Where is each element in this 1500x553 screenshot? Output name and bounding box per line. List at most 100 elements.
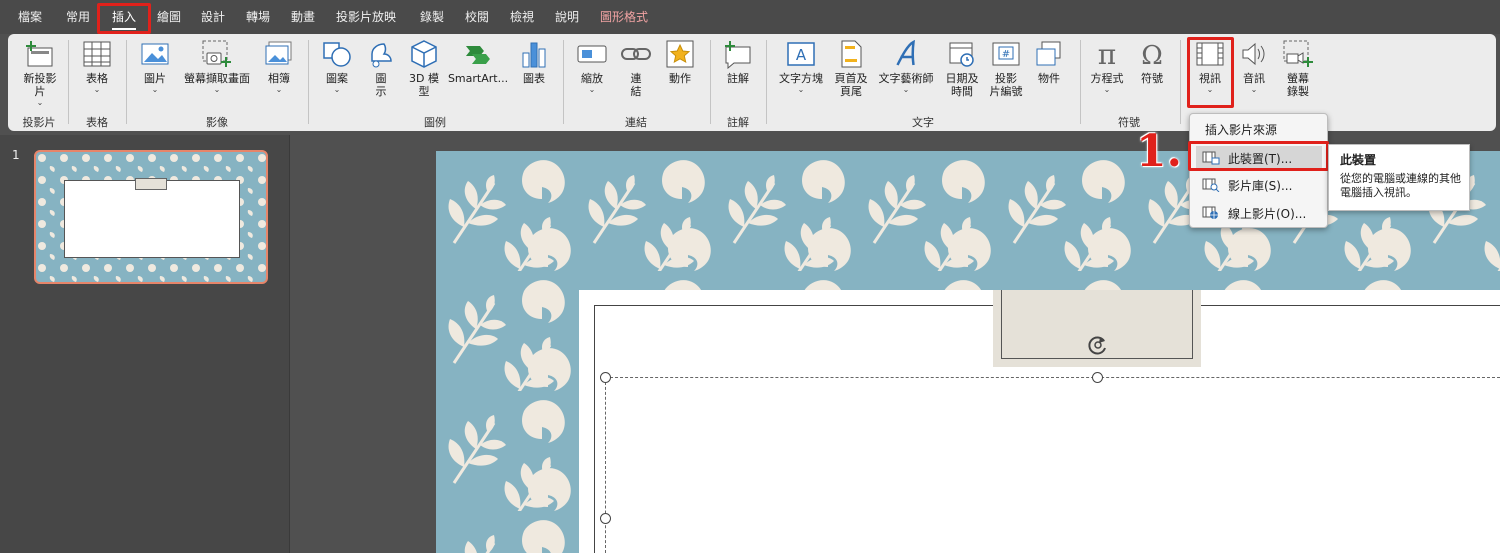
- bar-chart-icon: [517, 38, 551, 70]
- comment-button[interactable]: 註解: [721, 38, 755, 85]
- menu-header: 插入影片來源: [1205, 123, 1278, 137]
- svg-text:Ω: Ω: [1141, 41, 1163, 69]
- table-icon: [80, 38, 114, 70]
- video-button[interactable]: 視訊 ⌄: [1193, 38, 1227, 94]
- shapes-button[interactable]: 圖案 ⌄: [320, 38, 354, 94]
- textbox-button[interactable]: A 文字方塊 ⌄: [779, 38, 823, 94]
- chart-button[interactable]: 圖表: [517, 38, 551, 85]
- menu-home[interactable]: 常用: [66, 8, 90, 25]
- tooltip-title: 此裝置: [1340, 153, 1377, 167]
- chevron-down-icon: ⌄: [797, 85, 805, 94]
- screenshot-button[interactable]: 螢幕擷取畫面 ⌄: [184, 38, 250, 94]
- menu-item-stock-videos[interactable]: 影片庫(S)...: [1196, 173, 1322, 197]
- object-icon: [1032, 38, 1066, 70]
- menu-review[interactable]: 校閱: [465, 8, 489, 25]
- omega-icon: Ω: [1135, 38, 1169, 70]
- wordart-icon: [889, 38, 923, 70]
- menu-draw[interactable]: 繪圖: [157, 8, 181, 25]
- this-device-tooltip: 此裝置 從您的電腦或連線的其他電腦插入視訊。: [1328, 144, 1470, 211]
- menu-shape-format[interactable]: 圖形格式: [600, 8, 648, 25]
- group-label-images: 影像: [206, 116, 228, 129]
- chevron-down-icon: ⌄: [93, 85, 101, 94]
- date-time-button[interactable]: 日期及 時間: [945, 38, 979, 98]
- smartart-button[interactable]: SmartArt...: [448, 38, 508, 85]
- header-footer-icon: [834, 38, 868, 70]
- zoom-button[interactable]: 縮放 ⌄: [575, 38, 609, 94]
- chevron-down-icon: ⌄: [902, 85, 910, 94]
- menu-help[interactable]: 說明: [555, 8, 579, 25]
- photo-album-icon: [262, 38, 296, 70]
- menu-design[interactable]: 設計: [201, 8, 225, 25]
- menu-item-online-video[interactable]: 線上影片(O)...: [1196, 201, 1322, 225]
- action-button[interactable]: 動作: [663, 38, 697, 85]
- group-label-links: 連結: [625, 116, 647, 129]
- screen-recording-icon: [1281, 38, 1315, 70]
- slide-number-label: 1: [12, 148, 20, 162]
- chevron-down-icon: ⌄: [1250, 85, 1258, 94]
- film-icon: [1193, 38, 1227, 70]
- online-video-icon: [1202, 206, 1218, 219]
- resize-handle-middle-left[interactable]: [600, 513, 611, 524]
- cube-icon: [407, 38, 441, 70]
- screen-recording-button[interactable]: 螢幕 錄製: [1281, 38, 1315, 98]
- group-label-illustrations: 圖例: [424, 116, 446, 129]
- zoom-icon: [575, 38, 609, 70]
- new-slide-button[interactable]: 新投影 片 ⌄: [23, 38, 57, 107]
- smartart-icon: [461, 38, 495, 70]
- icons-icon: [364, 38, 398, 70]
- rotate-handle-icon[interactable]: [1085, 332, 1111, 358]
- pictures-button[interactable]: 圖片 ⌄: [138, 38, 172, 94]
- menu-file[interactable]: 檔案: [18, 8, 42, 25]
- table-button[interactable]: 表格 ⌄: [80, 38, 114, 94]
- textbox-icon: A: [784, 38, 818, 70]
- stock-videos-icon: [1202, 178, 1220, 192]
- step-annotation: 1.: [1136, 126, 1182, 177]
- menu-insert[interactable]: 插入: [112, 8, 137, 30]
- svg-text:#: #: [1002, 49, 1010, 60]
- chevron-down-icon: ⌄: [36, 98, 44, 107]
- selection-outline: [605, 377, 1500, 553]
- audio-button[interactable]: 音訊 ⌄: [1237, 38, 1271, 94]
- pi-icon: π: [1090, 38, 1124, 70]
- resize-handle-top-center[interactable]: [1092, 372, 1103, 383]
- star-icon: [663, 38, 697, 70]
- menu-record[interactable]: 錄製: [420, 8, 444, 25]
- slide-number-icon: #: [989, 38, 1023, 70]
- group-label-tables: 表格: [86, 116, 108, 129]
- this-device-icon: [1202, 151, 1220, 165]
- wordart-button[interactable]: 文字藝術師 ⌄: [879, 38, 934, 94]
- header-footer-button[interactable]: 頁首及 頁尾: [834, 38, 868, 98]
- slide-thumbnail[interactable]: [34, 150, 268, 284]
- resize-handle-top-left[interactable]: [600, 372, 611, 383]
- menu-bar: 檔案 常用 插入 繪圖 設計 轉場 動畫 投影片放映 錄製 校閱 檢視 說明 圖…: [0, 0, 1500, 34]
- menu-view[interactable]: 檢視: [510, 8, 534, 25]
- group-label-slides: 投影片: [22, 116, 56, 129]
- screenshot-icon: [200, 38, 234, 70]
- icons-button[interactable]: 圖 示: [364, 38, 398, 98]
- group-label-comments: 註解: [727, 116, 749, 129]
- calendar-icon: [945, 38, 979, 70]
- picture-icon: [138, 38, 172, 70]
- group-label-text: 文字: [912, 116, 934, 129]
- menu-transitions[interactable]: 轉場: [246, 8, 270, 25]
- menu-slideshow[interactable]: 投影片放映: [336, 8, 396, 25]
- link-icon: [619, 38, 653, 70]
- 3d-models-button[interactable]: 3D 模 型: [407, 38, 441, 98]
- svg-text:π: π: [1098, 39, 1116, 69]
- object-button[interactable]: 物件: [1032, 38, 1066, 85]
- slide-number-button[interactable]: # 投影 片編號: [989, 38, 1023, 98]
- svg-text:A: A: [796, 46, 807, 64]
- chevron-down-icon: ⌄: [588, 85, 596, 94]
- new-slide-icon: [23, 38, 57, 70]
- link-button[interactable]: 連 結: [619, 38, 653, 98]
- speaker-icon: [1237, 38, 1271, 70]
- chevron-down-icon: ⌄: [213, 85, 221, 94]
- shapes-icon: [320, 38, 354, 70]
- slide-canvas[interactable]: [436, 151, 1500, 553]
- equation-button[interactable]: π 方程式 ⌄: [1090, 38, 1124, 94]
- symbol-button[interactable]: Ω 符號: [1135, 38, 1169, 85]
- menu-animations[interactable]: 動畫: [291, 8, 315, 25]
- menu-item-this-device[interactable]: 此裝置(T)...: [1196, 146, 1322, 170]
- photo-album-button[interactable]: 相簿 ⌄: [262, 38, 296, 94]
- chevron-down-icon: ⌄: [275, 85, 283, 94]
